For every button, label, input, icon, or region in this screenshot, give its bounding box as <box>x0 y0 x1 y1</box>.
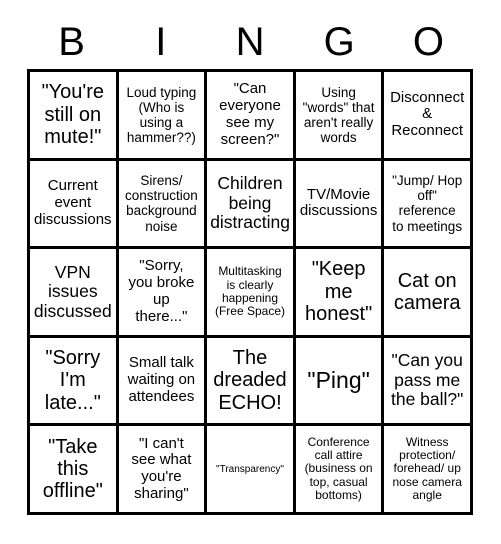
header-letter-i: I <box>155 20 167 64</box>
bingo-cell-r3c4[interactable]: "Keep me honest" <box>295 249 385 338</box>
bingo-cell-r4c2[interactable]: Small talk waiting on attendees <box>118 337 208 427</box>
bingo-cell-text: "Sorry, you broke up there..." <box>128 257 195 325</box>
bingo-cell-text: "Take this offline" <box>42 435 103 503</box>
bingo-cell-text: "Ping" <box>307 366 370 393</box>
bingo-cell-r5c5[interactable]: Witness protection/ forehead/ up nose ca… <box>384 426 473 515</box>
bingo-cell-text: Disconnect & Reconnect <box>390 88 465 140</box>
bingo-cell-r4c3[interactable]: The dreaded ECHO! <box>207 337 296 427</box>
bingo-cell-text: Sirens/ construction background noise <box>124 173 198 234</box>
bingo-cell-r4c1[interactable]: "Sorry I'm late..." <box>30 337 119 427</box>
bingo-cell-text: "Can you pass me the ball?" <box>390 350 464 410</box>
bingo-cell-text: Multitasking is clearly happening (Free … <box>214 264 285 319</box>
bingo-header: B I N G O <box>27 18 473 66</box>
bingo-cell-r2c2[interactable]: Sirens/ construction background noise <box>118 160 208 250</box>
bingo-cell-r1c2[interactable]: Loud typing (Who is using a hammer??) <box>118 72 208 161</box>
bingo-cell-r1c4[interactable]: Using "words" that aren't really words <box>295 72 385 161</box>
header-letter-b: B <box>58 20 85 64</box>
bingo-cell-text: Cat on camera <box>393 269 461 314</box>
bingo-cell-text: Current event discussions <box>34 177 112 228</box>
bingo-cell-text: "I can't see what you're sharing" <box>131 434 192 502</box>
bingo-cell-text: "Transparency" <box>216 463 284 475</box>
bingo-cell-r4c5[interactable]: "Can you pass me the ball?" <box>384 337 473 427</box>
bingo-cell-r5c1[interactable]: "Take this offline" <box>30 426 119 515</box>
bingo-cell-r5c4[interactable]: Conference call attire (business on top,… <box>295 426 385 515</box>
bingo-cell-r2c1[interactable]: Current event discussions <box>30 160 119 250</box>
bingo-cell-text: Children being distracting <box>210 173 290 233</box>
bingo-cell-r1c1[interactable]: "You're still on mute!" <box>30 72 119 161</box>
bingo-cell-text: "Sorry I'm late..." <box>44 347 101 414</box>
bingo-cell-r3c5[interactable]: Cat on camera <box>384 249 473 338</box>
bingo-cell-text: Conference call attire (business on top,… <box>304 434 373 503</box>
bingo-grid: "You're still on mute!" Loud typing (Who … <box>27 69 473 515</box>
bingo-cell-text: Using "words" that aren't really words <box>302 84 375 145</box>
bingo-cell-text: "Keep me honest" <box>305 258 373 326</box>
bingo-cell-r3c1[interactable]: VPN issues discussed <box>30 249 119 338</box>
header-letter-g: G <box>323 20 355 64</box>
bingo-cell-text: Witness protection/ forehead/ up nose ca… <box>392 434 462 503</box>
bingo-cell-text: "Jump/ Hop off" reference to meetings <box>392 173 463 234</box>
bingo-cell-r1c3[interactable]: "Can everyone see my screen?" <box>207 72 296 161</box>
bingo-cell-r2c4[interactable]: TV/Movie discussions <box>295 160 385 250</box>
bingo-cell-r2c5[interactable]: "Jump/ Hop off" reference to meetings <box>384 160 473 250</box>
bingo-cell-text: The dreaded ECHO! <box>213 347 287 414</box>
bingo-cell-r2c3[interactable]: Children being distracting <box>207 160 296 250</box>
bingo-cell-r1c5[interactable]: Disconnect & Reconnect <box>384 72 473 161</box>
bingo-cell-text: Small talk waiting on attendees <box>127 354 196 405</box>
bingo-cell-text: "You're still on mute!" <box>41 81 105 148</box>
bingo-cell-r5c2[interactable]: "I can't see what you're sharing" <box>118 426 208 515</box>
bingo-cell-text: "Can everyone see my screen?" <box>219 80 281 148</box>
bingo-cell-text: Loud typing (Who is using a hammer??) <box>126 84 197 145</box>
bingo-cell-r3c3[interactable]: Multitasking is clearly happening (Free … <box>207 249 296 338</box>
bingo-cell-text: VPN issues discussed <box>33 261 112 321</box>
header-letter-n: N <box>235 20 265 64</box>
bingo-card: B I N G O "You're still on mute!" Loud ty… <box>0 0 501 544</box>
bingo-cell-r4c4[interactable]: "Ping" <box>295 337 385 427</box>
header-letter-o: O <box>412 20 444 64</box>
bingo-cell-r5c3[interactable]: "Transparency" <box>207 426 296 515</box>
bingo-cell-text: TV/Movie discussions <box>299 185 378 220</box>
bingo-cell-r3c2[interactable]: "Sorry, you broke up there..." <box>118 249 208 338</box>
